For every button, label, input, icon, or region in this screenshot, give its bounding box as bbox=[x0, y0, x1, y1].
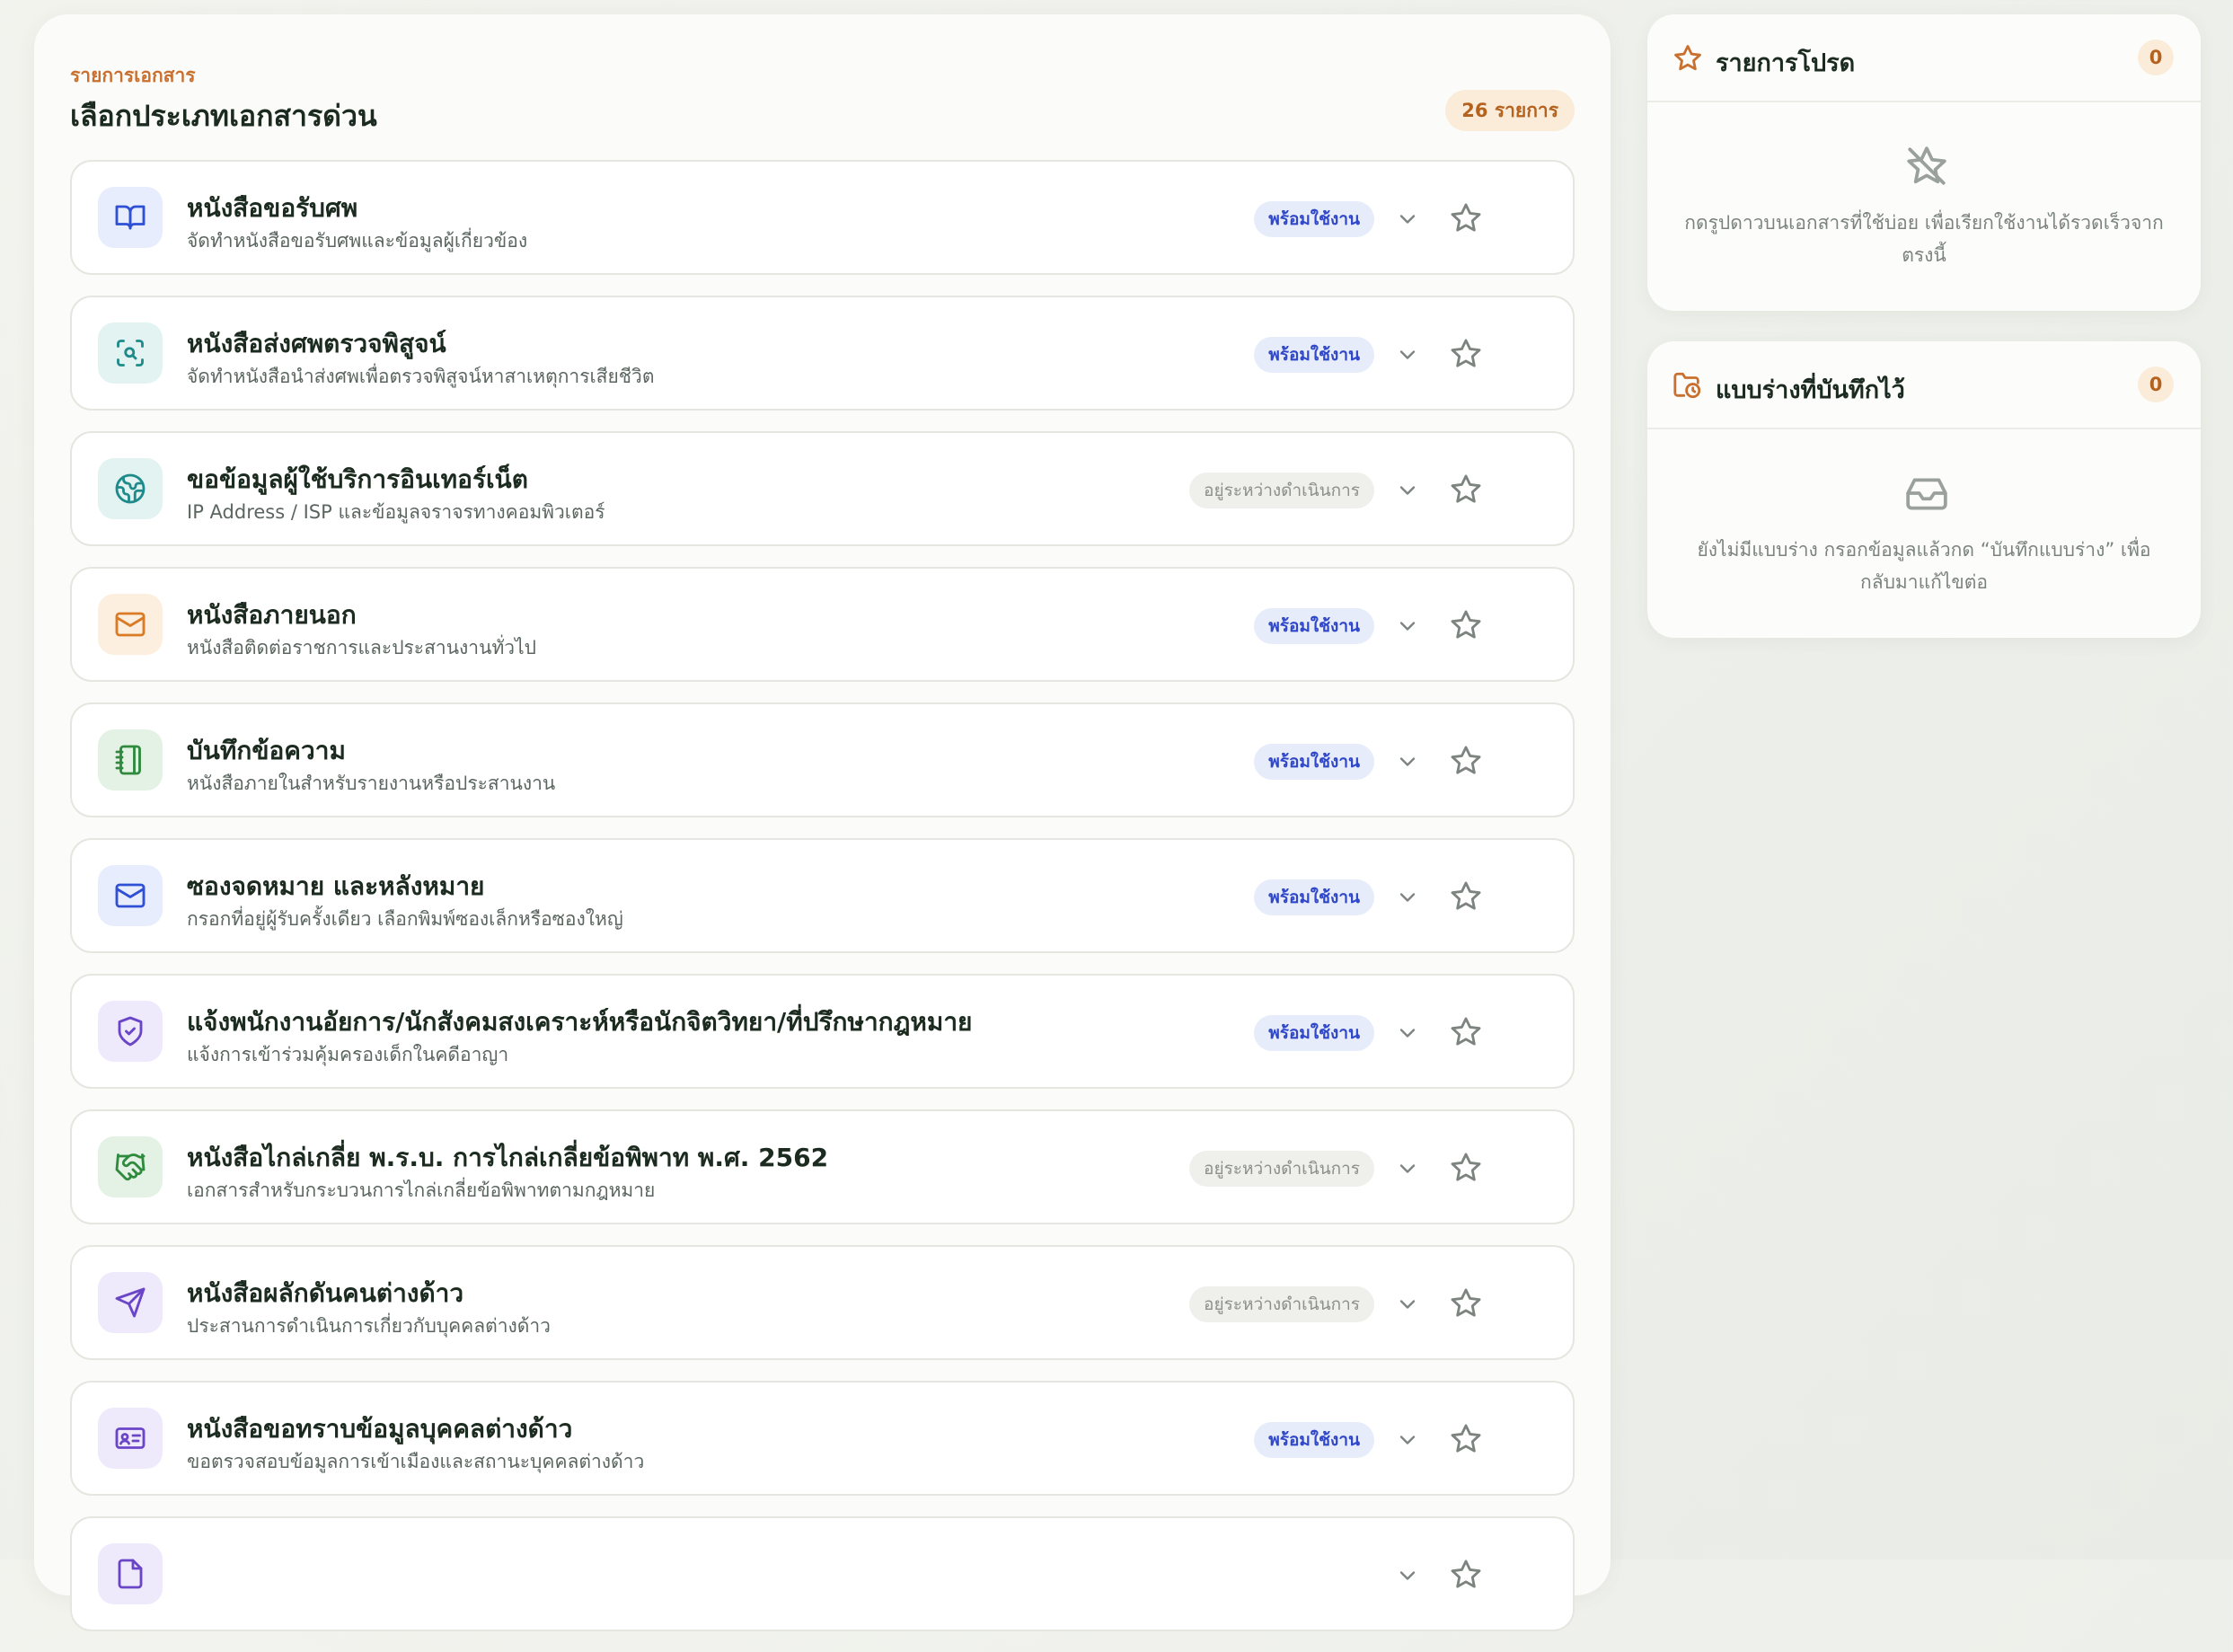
notebook-icon bbox=[98, 729, 163, 791]
favorites-card: รายการโปรด 0 กดรูปดาวบนเอกสารที่ใช้บ่อย … bbox=[1647, 14, 2201, 311]
document-panel: รายการเอกสาร เลือกประเภทเอกสารด่วน 26 รา… bbox=[34, 14, 1611, 1631]
folder-clock-icon bbox=[1673, 372, 1701, 399]
chevron-down-icon[interactable] bbox=[1395, 1020, 1420, 1046]
status-badge: อยู่ระหว่างดำเนินการ bbox=[1189, 1151, 1374, 1187]
document-title: หนังสือไกล่เกลี่ย พ.ร.บ. การไกล่เกลี่ยข้… bbox=[187, 1143, 829, 1172]
send-icon bbox=[98, 1272, 163, 1333]
document-row[interactable]: หนังสือส่งศพตรวจพิสูจน์จัดทำหนังสือนำส่ง… bbox=[70, 296, 1575, 411]
chevron-down-icon[interactable] bbox=[1395, 1292, 1420, 1317]
favorite-star-icon[interactable] bbox=[1449, 1015, 1483, 1049]
status-badge: พร้อมใช้งาน bbox=[1254, 608, 1374, 644]
mail-icon bbox=[98, 594, 163, 655]
favorite-star-icon[interactable] bbox=[1449, 337, 1483, 371]
drafts-card: แบบร่างที่บันทึกไว้ 0 ยังไม่มีแบบร่าง กร… bbox=[1647, 341, 2201, 638]
favorite-star-icon[interactable] bbox=[1449, 744, 1483, 778]
chevron-down-icon[interactable] bbox=[1395, 885, 1420, 910]
drafts-title: แบบร่างที่บันทึกไว้ bbox=[1716, 376, 1905, 404]
scan-search-icon bbox=[98, 322, 163, 384]
document-row[interactable]: ขอข้อมูลผู้ใช้บริการอินเทอร์เน็ต IP Addre… bbox=[70, 431, 1575, 546]
favorites-header: รายการโปรด 0 bbox=[1647, 14, 2201, 102]
document-title: หนังสือขอรับศพ bbox=[187, 193, 358, 223]
document-description: แจ้งการเข้าร่วมคุ้มครองเด็กในคดีอาญา bbox=[187, 1044, 509, 1065]
document-row[interactable]: หนังสือผลักดันคนต่างด้าวประสานการดำเนินก… bbox=[70, 1245, 1575, 1360]
document-description: จัดทำหนังสือขอรับศพและข้อมูลผู้เกี่ยวข้อ… bbox=[187, 230, 528, 252]
favorite-star-icon[interactable] bbox=[1449, 1286, 1483, 1321]
document-description: ขอตรวจสอบข้อมูลการเข้าเมืองและสถานะบุคคล… bbox=[187, 1451, 645, 1472]
chevron-down-icon[interactable] bbox=[1395, 478, 1420, 503]
document-description: เอกสารสำหรับกระบวนการไกล่เกลี่ยข้อพิพาทต… bbox=[187, 1179, 656, 1201]
favorites-empty-text: กดรูปดาวบนเอกสารที่ใช้บ่อย เพื่อเรียกใช้… bbox=[1684, 212, 2164, 266]
status-badge: อยู่ระหว่างดำเนินการ bbox=[1189, 1286, 1374, 1322]
document-title: หนังสือภายนอก bbox=[187, 600, 357, 630]
file-icon bbox=[98, 1543, 163, 1604]
document-title: หนังสือส่งศพตรวจพิสูจน์ bbox=[187, 329, 446, 358]
section-eyebrow: รายการเอกสาร bbox=[70, 65, 196, 86]
document-title: หนังสือขอทราบข้อมูลบุคคลต่างด้าว bbox=[187, 1414, 573, 1444]
status-badge: พร้อมใช้งาน bbox=[1254, 1422, 1374, 1458]
chevron-down-icon[interactable] bbox=[1395, 342, 1420, 367]
status-badge: พร้อมใช้งาน bbox=[1254, 201, 1374, 237]
document-description: หนังสือภายในสำหรับรายงานหรือประสานงาน bbox=[187, 773, 556, 794]
chevron-down-icon[interactable] bbox=[1395, 749, 1420, 774]
status-badge: พร้อมใช้งาน bbox=[1254, 1015, 1374, 1051]
favorite-star-icon[interactable] bbox=[1449, 608, 1483, 642]
mail-icon bbox=[98, 865, 163, 926]
favorite-star-icon[interactable] bbox=[1449, 1422, 1483, 1456]
drafts-header: แบบร่างที่บันทึกไว้ 0 bbox=[1647, 341, 2201, 429]
inbox-icon bbox=[1906, 478, 1947, 510]
favorite-star-icon[interactable] bbox=[1449, 879, 1483, 914]
document-count-badge: 26 รายการ bbox=[1445, 90, 1575, 131]
status-badge: พร้อมใช้งาน bbox=[1254, 879, 1374, 915]
document-description: จัดทำหนังสือนำส่งศพเพื่อตรวจพิสูจน์หาสาเ… bbox=[187, 366, 655, 387]
chevron-down-icon[interactable] bbox=[1395, 1427, 1420, 1453]
document-list: หนังสือขอรับศพจัดทำหนังสือขอรับศพและข้อม… bbox=[70, 160, 1575, 1652]
star-icon bbox=[1674, 45, 1701, 71]
star-off-icon bbox=[1907, 146, 1946, 185]
chevron-down-icon[interactable] bbox=[1395, 1563, 1420, 1588]
favorites-count: 0 bbox=[2138, 40, 2174, 75]
favorite-star-icon[interactable] bbox=[1449, 1558, 1483, 1592]
book-open-icon bbox=[98, 187, 163, 248]
status-badge: พร้อมใช้งาน bbox=[1254, 337, 1374, 373]
document-title: แจ้งพนักงานอัยการ/นักสังคมสงเคราะห์หรือน… bbox=[187, 1007, 973, 1037]
chevron-down-icon[interactable] bbox=[1395, 614, 1420, 639]
favorites-title: รายการโปรด bbox=[1716, 49, 1856, 77]
document-title: หนังสือผลักดันคนต่างด้าว bbox=[187, 1278, 464, 1308]
document-title: ขอข้อมูลผู้ใช้บริการอินเทอร์เน็ต bbox=[187, 464, 528, 494]
chevron-down-icon[interactable] bbox=[1395, 207, 1420, 232]
document-row[interactable] bbox=[70, 1516, 1575, 1631]
document-row[interactable]: ซองจดหมาย และหลังหมายกรอกที่อยู่ผู้รับคร… bbox=[70, 838, 1575, 953]
document-row[interactable]: หนังสือภายนอกหนังสือติดต่อราชการและประสา… bbox=[70, 567, 1575, 682]
document-row[interactable]: แจ้งพนักงานอัยการ/นักสังคมสงเคราะห์หรือน… bbox=[70, 974, 1575, 1089]
drafts-count: 0 bbox=[2138, 367, 2174, 402]
document-title: ซองจดหมาย และหลังหมาย bbox=[187, 871, 485, 901]
drafts-empty-text: ยังไม่มีแบบร่าง กรอกข้อมูลแล้วกด “บันทึก… bbox=[1697, 539, 2151, 593]
favorite-star-icon[interactable] bbox=[1449, 1151, 1483, 1185]
document-row[interactable]: หนังสือขอทราบข้อมูลบุคคลต่างด้าวขอตรวจสอ… bbox=[70, 1381, 1575, 1496]
favorite-star-icon[interactable] bbox=[1449, 201, 1483, 235]
status-badge: อยู่ระหว่างดำเนินการ bbox=[1189, 473, 1374, 508]
document-description: ประสานการดำเนินการเกี่ยวกับบุคคลต่างด้าว bbox=[187, 1315, 551, 1337]
globe-icon bbox=[98, 458, 163, 519]
page-title: เลือกประเภทเอกสารด่วน bbox=[70, 99, 377, 133]
id-card-icon bbox=[98, 1408, 163, 1469]
handshake-icon bbox=[98, 1136, 163, 1197]
document-description: หนังสือติดต่อราชการและประสานงานทั่วไป bbox=[187, 637, 536, 658]
document-row[interactable]: หนังสือขอรับศพจัดทำหนังสือขอรับศพและข้อม… bbox=[70, 160, 1575, 275]
shield-check-icon bbox=[98, 1001, 163, 1062]
document-title: บันทึกข้อความ bbox=[187, 736, 346, 765]
chevron-down-icon[interactable] bbox=[1395, 1156, 1420, 1181]
document-description: กรอกที่อยู่ผู้รับครั้งเดียว เลือกพิมพ์ซอ… bbox=[187, 908, 623, 930]
status-badge: พร้อมใช้งาน bbox=[1254, 744, 1374, 780]
document-description: IP Address / ISP และข้อมูลจราจรทางคอมพิว… bbox=[187, 501, 605, 523]
favorite-star-icon[interactable] bbox=[1449, 473, 1483, 507]
document-row[interactable]: หนังสือไกล่เกลี่ย พ.ร.บ. การไกล่เกลี่ยข้… bbox=[70, 1109, 1575, 1224]
document-row[interactable]: บันทึกข้อความหนังสือภายในสำหรับรายงานหรื… bbox=[70, 702, 1575, 817]
